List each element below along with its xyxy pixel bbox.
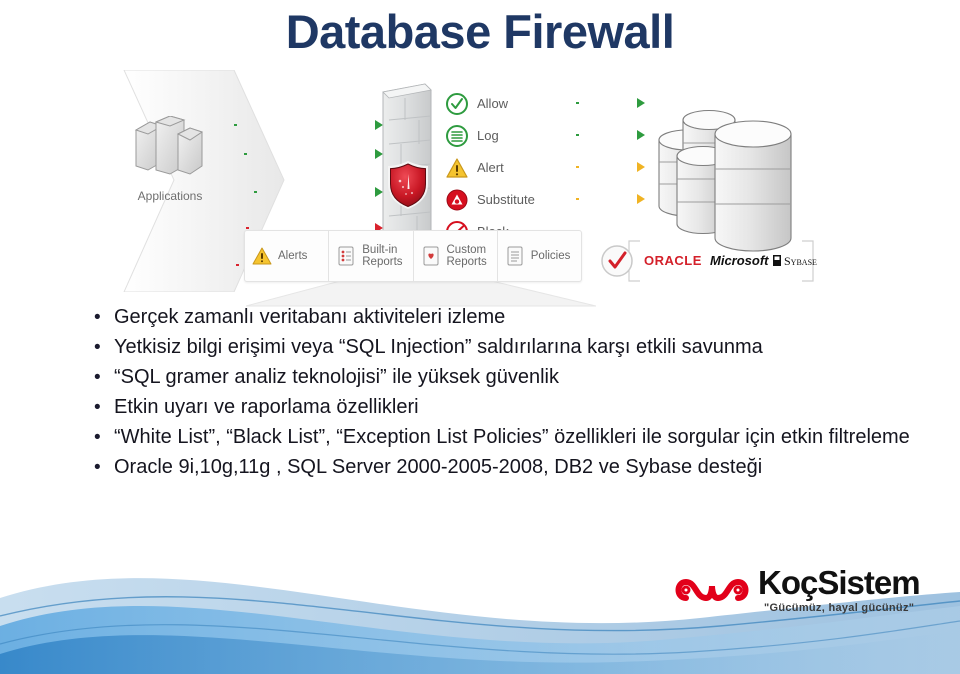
list-item: • “SQL gramer analiz teknolojisi” ile yü…: [88, 363, 928, 392]
toolbar-item-policies[interactable]: Policies: [498, 231, 581, 281]
application-servers-icon: [134, 115, 204, 175]
security-shield-icon: [388, 161, 428, 209]
action-log: Log: [444, 122, 569, 149]
custom-report-icon: [423, 246, 438, 266]
feature-bullet-list: • Gerçek zamanlı veritabanı aktiviteleri…: [88, 303, 928, 483]
toolbar-item-custom-reports[interactable]: Custom Reports: [414, 231, 498, 281]
firewall-actions-list: Allow Log Alert Substitute: [444, 90, 569, 250]
built-in-report-icon: [338, 246, 354, 266]
outbound-arrow-log: [576, 130, 645, 140]
list-item: • Etkin uyarı ve raporlama özellikleri: [88, 393, 928, 422]
logo-tagline: "Gücümüz, hayal gücünüz": [764, 602, 915, 614]
toolbar-label-line1: Custom: [446, 243, 487, 256]
toolbar-label-line2: Reports: [362, 256, 403, 268]
outbound-arrow-allow: [576, 98, 645, 108]
action-label: Allow: [477, 96, 509, 111]
toolbar-label-line1: Built-in: [362, 243, 398, 256]
kocsistem-mark-icon: [675, 578, 749, 601]
toolbar-label-line1: Alerts: [278, 249, 308, 262]
bullet-text: Etkin uyarı ve raporlama özellikleri: [114, 396, 419, 418]
bullet-text: “White List”, “Black List”, “Exception L…: [114, 426, 910, 448]
toolbar-label-line2: Reports: [446, 256, 487, 268]
logo-wordmark: KoçSistem: [758, 564, 921, 601]
bullet-text: Gerçek zamanlı veritabanı aktiviteleri i…: [114, 306, 506, 328]
bullet-marker: •: [94, 457, 101, 478]
list-item: • “White List”, “Black List”, “Exception…: [88, 423, 928, 452]
list-item: • Gerçek zamanlı veritabanı aktiviteleri…: [88, 303, 928, 332]
warning-triangle-icon: [446, 157, 468, 178]
check-circle-icon: [446, 92, 468, 115]
applications-label: Applications: [137, 189, 203, 203]
database-firewall-diagram: Applications Allow Log Alert Substitute …: [96, 70, 876, 307]
vendor-microsoft: Microsoft: [710, 253, 769, 268]
bullet-text: Yetkisiz bilgi erişimi veya “SQL Injecti…: [114, 336, 763, 358]
alerts-icon: [252, 247, 272, 265]
sybase-mark-icon: [773, 255, 781, 266]
action-label: Substitute: [477, 192, 535, 207]
toolbar-label-line1: Policies: [530, 249, 571, 262]
bullet-marker: •: [94, 337, 101, 358]
outbound-arrow-substitute: [576, 194, 645, 204]
applications-group: Applications: [110, 115, 230, 203]
bullet-marker: •: [94, 427, 101, 448]
bullet-marker: •: [94, 367, 101, 388]
page-title: Database Firewall: [285, 5, 675, 58]
list-item: • Oracle 9i,10g,11g , SQL Server 2000-20…: [88, 453, 928, 482]
kocsistem-logo: KoçSistem "Gücümüz, hayal gücünüz": [672, 564, 922, 626]
action-allow: Allow: [444, 90, 569, 117]
inbound-arrow-4: [246, 223, 383, 233]
action-alert: Alert: [444, 154, 569, 181]
bullet-text: “SQL gramer analiz teknolojisi” ile yüks…: [114, 366, 559, 388]
substitute-icon: [446, 189, 468, 210]
supported-database-vendors: ORACLE Microsoft Sybase: [596, 240, 817, 282]
toolbar-item-builtin-reports[interactable]: Built-in Reports: [329, 231, 414, 281]
action-label: Log: [477, 128, 499, 143]
inbound-arrow-3: [254, 187, 383, 197]
inbound-arrow-1: [234, 120, 383, 130]
inbound-arrow-2: [244, 149, 383, 159]
firewall-console-toolbar: Alerts Built-in Reports Custom Reports P…: [244, 230, 582, 282]
vendor-sybase: Sybase: [784, 254, 817, 268]
policies-icon: [507, 246, 523, 266]
list-item: • Yetkisiz bilgi erişimi veya “SQL Injec…: [88, 333, 928, 362]
toolbar-item-alerts[interactable]: Alerts: [245, 231, 330, 281]
action-substitute: Substitute: [444, 186, 569, 213]
outbound-arrow-alert: [576, 162, 645, 172]
red-check-icon: [601, 245, 633, 277]
vendor-oracle: ORACLE: [644, 253, 702, 268]
log-lines-icon: [446, 124, 468, 147]
bullet-marker: •: [94, 307, 101, 328]
bullet-marker: •: [94, 397, 101, 418]
bullet-text: Oracle 9i,10g,11g , SQL Server 2000-2005…: [114, 456, 763, 478]
action-label: Alert: [477, 160, 504, 175]
